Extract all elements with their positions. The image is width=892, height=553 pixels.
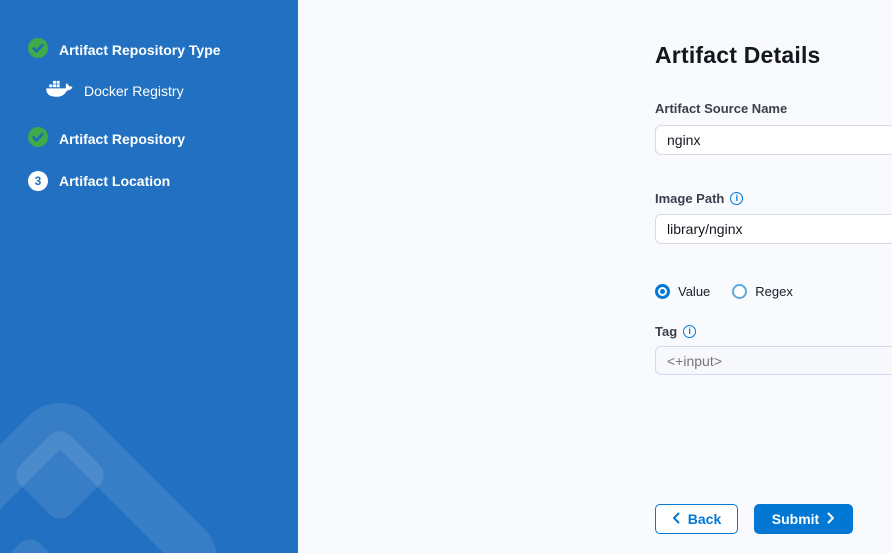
radio-label: Value bbox=[678, 284, 710, 299]
tag-type-radio-group: Value Regex bbox=[655, 284, 793, 299]
image-path-field bbox=[655, 214, 892, 244]
artifact-source-name-label: Artifact Source Name bbox=[655, 101, 787, 116]
info-icon[interactable]: i bbox=[730, 192, 743, 205]
chevron-left-icon bbox=[672, 511, 681, 527]
step-label: Artifact Repository bbox=[59, 129, 185, 149]
step-label: Artifact Location bbox=[59, 171, 170, 191]
tag-label: Tag bbox=[655, 324, 677, 339]
image-path-input[interactable] bbox=[655, 214, 892, 244]
radio-unselected-icon[interactable] bbox=[732, 284, 747, 299]
check-circle-icon bbox=[28, 38, 48, 61]
artifact-details-panel: Artifact Details Artifact Source Name Im… bbox=[298, 0, 892, 553]
tag-input[interactable] bbox=[655, 346, 892, 375]
chevron-right-icon bbox=[826, 511, 835, 527]
sidebar-step-artifact-location[interactable]: 3 Artifact Location bbox=[28, 171, 170, 191]
tag-field: Σx bbox=[655, 346, 892, 375]
page-title: Artifact Details bbox=[655, 42, 821, 69]
back-button-label: Back bbox=[688, 511, 721, 527]
sidebar-step-artifact-repository[interactable]: Artifact Repository bbox=[28, 127, 185, 150]
radio-option-value[interactable]: Value bbox=[655, 284, 710, 299]
radio-option-regex[interactable]: Regex bbox=[732, 284, 793, 299]
substep-label: Docker Registry bbox=[84, 81, 184, 101]
back-button[interactable]: Back bbox=[655, 504, 738, 534]
info-icon[interactable]: i bbox=[683, 325, 696, 338]
radio-label: Regex bbox=[755, 284, 793, 299]
sidebar-step-artifact-repository-type[interactable]: Artifact Repository Type bbox=[28, 38, 221, 61]
check-circle-icon bbox=[28, 127, 48, 150]
artifact-source-name-input[interactable] bbox=[655, 125, 892, 155]
tag-label-row: Tag i bbox=[655, 324, 696, 339]
image-path-label-row: Image Path i bbox=[655, 191, 743, 206]
step-number-badge: 3 bbox=[28, 171, 48, 191]
docker-whale-icon bbox=[46, 79, 73, 102]
radio-selected-icon[interactable] bbox=[655, 284, 670, 299]
submit-button[interactable]: Submit bbox=[754, 504, 853, 534]
step-label: Artifact Repository Type bbox=[59, 40, 221, 60]
submit-button-label: Submit bbox=[772, 511, 819, 527]
sidebar-substep-docker-registry[interactable]: Docker Registry bbox=[46, 79, 184, 102]
image-path-label: Image Path bbox=[655, 191, 724, 206]
wizard-sidebar: Artifact Repository Type Docker Registry bbox=[0, 0, 298, 553]
